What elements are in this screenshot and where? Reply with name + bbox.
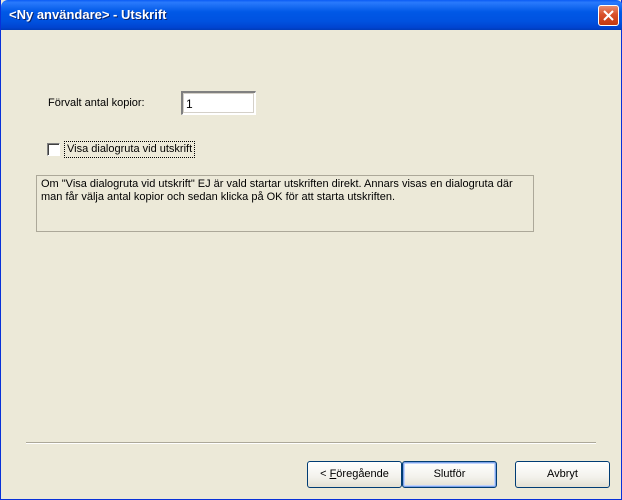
wizard-dialog: <Ny användare> - Utskrift Förvalt antal … bbox=[0, 0, 622, 500]
back-button-prefix: < bbox=[320, 468, 330, 480]
print-dialog-checkbox[interactable] bbox=[47, 143, 60, 156]
back-button-label: öregående bbox=[336, 468, 389, 480]
copies-label: Förvalt antal kopior: bbox=[48, 97, 145, 109]
title-bar[interactable]: <Ny användare> - Utskrift bbox=[1, 0, 622, 30]
cancel-button[interactable]: Avbryt bbox=[515, 461, 610, 488]
close-icon bbox=[603, 10, 614, 21]
divider bbox=[26, 442, 596, 444]
copies-input[interactable]: 1 bbox=[181, 91, 256, 115]
window-title: <Ny användare> - Utskrift bbox=[9, 7, 167, 22]
back-button[interactable]: < Föregående bbox=[307, 461, 402, 488]
close-button[interactable] bbox=[598, 5, 619, 26]
print-dialog-checkbox-label[interactable]: Visa dialogruta vid utskrift bbox=[64, 141, 196, 158]
info-text: Om "Visa dialogruta vid utskrift" EJ är … bbox=[36, 175, 534, 232]
finish-button[interactable]: Slutför bbox=[402, 461, 497, 488]
